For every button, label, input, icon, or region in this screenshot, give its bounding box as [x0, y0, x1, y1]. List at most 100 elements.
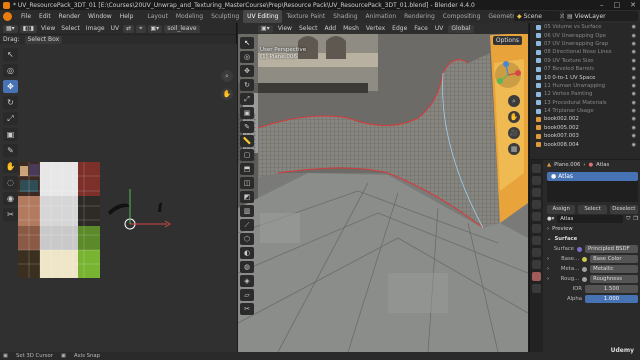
uv-menu-image[interactable]: Image — [84, 25, 107, 32]
blender-logo-icon[interactable] — [3, 12, 12, 21]
maximize-icon[interactable]: □ — [614, 1, 621, 9]
uv-menu-view[interactable]: View — [39, 25, 57, 32]
vp-menu-uv[interactable]: UV — [433, 25, 446, 32]
tab-layout[interactable]: Layout — [143, 10, 171, 23]
visibility-eye-icon[interactable]: ◉ — [632, 75, 636, 81]
vp-menu-select[interactable]: Select — [297, 25, 320, 32]
smooth-tool-icon[interactable]: ◍ — [240, 261, 254, 273]
ortho-toggle-icon[interactable]: ▦ — [508, 143, 520, 155]
vp-cursor-tool-icon[interactable]: ◎ — [240, 51, 254, 63]
tab-sculpting[interactable]: Sculpting — [207, 10, 243, 23]
vp-rotate-tool-icon[interactable]: ↻ — [240, 79, 254, 91]
fake-user-icon[interactable]: ⛉ — [626, 216, 630, 223]
bevel-tool-icon[interactable]: ◩ — [240, 191, 254, 203]
outliner-row[interactable]: 07 UV Unwrapping Grap ◉ — [530, 40, 640, 48]
visibility-eye-icon[interactable]: ◉ — [632, 58, 636, 64]
outliner-row[interactable]: 12 Vertex Painting ◉ — [530, 90, 640, 98]
assign-button[interactable]: Assign — [547, 204, 576, 214]
image-browse-button[interactable]: ▣▾ — [147, 24, 163, 33]
visibility-eye-icon[interactable]: ◉ — [632, 66, 636, 72]
tab-animation[interactable]: Animation — [362, 10, 401, 23]
roughness-field[interactable]: Roughness — [590, 275, 638, 283]
outliner-row[interactable]: 10 0-to-1 UV Space ◉ — [530, 73, 640, 81]
editor-type-button[interactable]: ▦▾ — [3, 24, 18, 33]
tool-tab-icon[interactable] — [532, 164, 541, 173]
preview-panel-header[interactable]: › Preview — [544, 224, 640, 234]
material-slot-item[interactable]: ● Atlas — [547, 172, 638, 181]
visibility-eye-icon[interactable]: ◉ — [632, 108, 636, 114]
vp-menu-vertex[interactable]: Vertex — [364, 25, 387, 32]
duplicate-icon[interactable]: ❐ — [633, 216, 638, 222]
outliner-row[interactable]: 08 Directional Nose Lines ◉ — [530, 48, 640, 56]
add-cube-tool-icon[interactable]: ▢ — [240, 149, 254, 161]
close-icon[interactable]: ✕ — [630, 1, 636, 9]
visibility-eye-icon[interactable]: ◉ — [632, 100, 636, 106]
outliner-row[interactable]: 13 Procedural Materials ◉ — [530, 99, 640, 107]
orientation-dropdown[interactable]: Global — [448, 24, 474, 33]
rip-region-tool-icon[interactable]: ✂ — [240, 303, 254, 315]
metallic-field[interactable]: Metallic — [590, 265, 638, 273]
viewlayer-selector[interactable]: ▤ ViewLayer — [564, 11, 638, 21]
vp-menu-face[interactable]: Face — [412, 25, 430, 32]
visibility-eye-icon[interactable]: ◉ — [632, 142, 636, 148]
tab-texture-paint[interactable]: Texture Paint — [282, 10, 329, 23]
visibility-eye-icon[interactable]: ◉ — [632, 24, 636, 30]
zoom-icon[interactable]: ⌕ — [221, 70, 233, 82]
menu-help[interactable]: Help — [116, 13, 138, 20]
outliner-row[interactable]: book002.002 ◉ — [530, 115, 640, 123]
scene-tab-icon[interactable] — [532, 212, 541, 221]
visibility-eye-icon[interactable]: ◉ — [632, 116, 636, 122]
visibility-eye-icon[interactable]: ◉ — [632, 91, 636, 97]
loopcut-tool-icon[interactable]: ▥ — [240, 205, 254, 217]
vp-transform-tool-icon[interactable]: ▣ — [240, 107, 254, 119]
visibility-eye-icon[interactable]: ◉ — [632, 125, 636, 131]
outliner-row[interactable]: 14 Triplanar Usage ◉ — [530, 107, 640, 115]
shear-tool-icon[interactable]: ▱ — [240, 289, 254, 301]
inset-tool-icon[interactable]: ◫ — [240, 177, 254, 189]
select-box-dropdown[interactable]: Select Box — [24, 35, 63, 44]
select-tool-icon[interactable]: ↖ — [240, 37, 254, 49]
outliner-row[interactable]: 07 Beveled Barrels ◉ — [530, 65, 640, 73]
render-tab-icon[interactable] — [532, 176, 541, 185]
row-expand-icon[interactable]: › — [547, 266, 549, 272]
world-tab-icon[interactable] — [532, 224, 541, 233]
base-color-field[interactable]: Base Color — [590, 255, 638, 263]
visibility-eye-icon[interactable]: ◉ — [632, 49, 636, 55]
visibility-eye-icon[interactable]: ◉ — [632, 41, 636, 47]
camera-view-icon[interactable]: 🎥 — [508, 127, 520, 139]
viewport-3d[interactable]: ▣▾ View Select Add Mesh Vertex Edge Face… — [238, 23, 528, 352]
modifier-tab-icon[interactable] — [532, 248, 541, 257]
vp-annotate-tool-icon[interactable]: ✎ — [240, 121, 254, 133]
outliner-row[interactable]: 11 Human Unwrapping ◉ — [530, 82, 640, 90]
spin-tool-icon[interactable]: ◐ — [240, 247, 254, 259]
polybuild-tool-icon[interactable]: ⬡ — [240, 233, 254, 245]
tab-shading[interactable]: Shading — [329, 10, 361, 23]
row-expand-icon[interactable]: › — [547, 256, 549, 262]
alpha-field[interactable]: 1.000 — [585, 295, 638, 303]
shrink-tool-icon[interactable]: ◈ — [240, 275, 254, 287]
output-tab-icon[interactable] — [532, 188, 541, 197]
vp-menu-view[interactable]: View — [276, 25, 294, 32]
visibility-eye-icon[interactable]: ◉ — [632, 33, 636, 39]
uv-sync-button[interactable]: ⇄ — [123, 24, 135, 33]
vp-menu-mesh[interactable]: Mesh — [341, 25, 361, 32]
visibility-eye-icon[interactable]: ◉ — [632, 133, 636, 139]
menu-edit[interactable]: Edit — [35, 13, 55, 20]
material-name-field[interactable]: Atlas — [557, 215, 624, 223]
vp-zoom-icon[interactable]: ⌕ — [508, 95, 520, 107]
select-button[interactable]: Select — [578, 204, 607, 214]
minimize-icon[interactable]: – — [600, 1, 604, 9]
options-dropdown[interactable]: Options — [492, 36, 522, 45]
vp-scale-tool-icon[interactable]: ⤢ — [240, 93, 254, 105]
uv-menu-uv[interactable]: UV — [109, 25, 122, 32]
material-browse-icon[interactable]: ●▾ — [547, 216, 554, 222]
view-layer-tab-icon[interactable] — [532, 200, 541, 209]
tab-modeling[interactable]: Modeling — [172, 10, 207, 23]
material-slot-list[interactable]: ● Atlas — [547, 172, 638, 202]
uv-select-mode-button[interactable]: ◧◨ — [19, 24, 38, 33]
navigation-gizmo-icon[interactable] — [494, 61, 522, 89]
uv-snap-button[interactable]: ⌖ — [136, 24, 146, 33]
uv-canvas[interactable]: ↖ ◎ ✥ ↻ ⤢ ▣ ✎ ✋ ◌ ◉ ✂ ⌕ ✋ — [0, 44, 237, 352]
menu-file[interactable]: File — [17, 13, 35, 20]
surface-shader-field[interactable]: Principled BSDF — [585, 245, 638, 253]
